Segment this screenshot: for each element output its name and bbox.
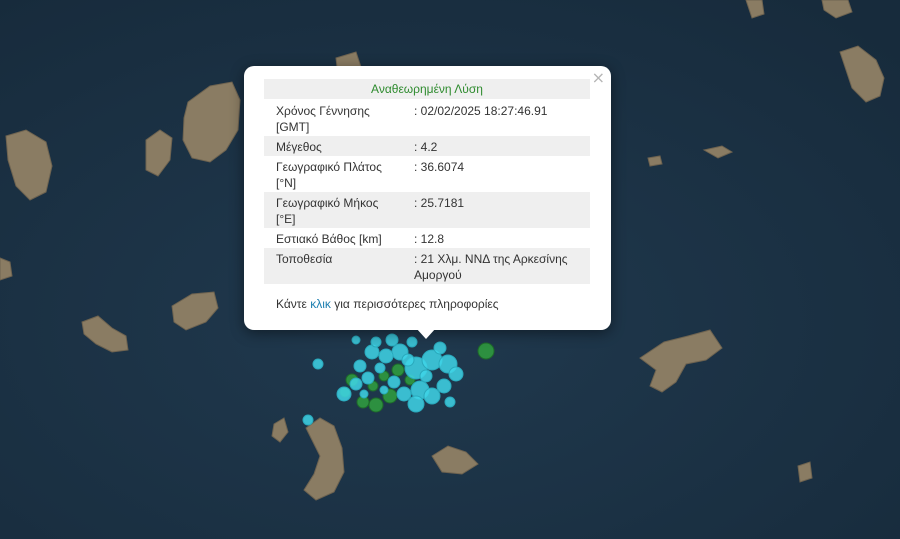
quake-marker[interactable]	[444, 396, 456, 408]
island-small-east	[797, 461, 813, 483]
quake-marker[interactable]	[407, 395, 425, 413]
quake-marker[interactable]	[387, 375, 401, 389]
close-icon[interactable]: ×	[592, 69, 605, 87]
location-value: : 21 Χλμ. ΝΝΔ της Αρκεσίνης Αμοργού	[404, 248, 590, 284]
quake-marker[interactable]	[302, 414, 314, 426]
table-row: Χρόνος Γέννησης [GMT] : 02/02/2025 18:27…	[264, 100, 590, 136]
quake-marker[interactable]	[385, 333, 399, 347]
quake-marker[interactable]	[370, 336, 382, 348]
latitude-label: Γεωγραφικό Πλάτος [°N]	[276, 160, 382, 190]
more-info-prefix: Κάντε	[276, 297, 307, 311]
quake-marker[interactable]	[378, 348, 394, 364]
quake-marker[interactable]	[349, 377, 363, 391]
depth-label: Εστιακό Βάθος [km]	[276, 232, 382, 246]
quake-marker[interactable]	[419, 369, 433, 383]
quake-marker[interactable]	[351, 335, 361, 345]
quake-marker[interactable]	[368, 397, 384, 413]
quake-marker[interactable]	[353, 359, 367, 373]
table-row: Μέγεθος : 4.2	[264, 136, 590, 156]
popup-title: Αναθεωρημένη Λύση	[264, 79, 590, 99]
longitude-label: Γεωγραφικό Μήκος [°E]	[264, 192, 404, 228]
earthquake-info-popup: × Αναθεωρημένη Λύση Χρόνος Γέννησης [GMT…	[244, 66, 611, 330]
table-row: Τοποθεσία : 21 Χλμ. ΝΝΔ της Αρκεσίνης Αμ…	[264, 248, 590, 284]
quake-marker[interactable]	[436, 378, 452, 394]
quake-marker[interactable]	[361, 371, 375, 385]
origin-time-label: Χρόνος Γέννησης [GMT]	[276, 104, 370, 134]
quake-marker[interactable]	[379, 385, 389, 395]
table-row: Γεωγραφικό Πλάτος [°N] : 36.6074	[264, 156, 590, 192]
more-info-suffix: για περισσότερες πληροφορίες	[334, 297, 499, 311]
quake-marker[interactable]	[401, 353, 415, 367]
quake-marker[interactable]	[312, 358, 324, 370]
quake-marker[interactable]	[423, 387, 441, 405]
quake-marker[interactable]	[448, 366, 464, 382]
longitude-value: : 25.7181	[404, 192, 590, 228]
magnitude-label: Μέγεθος	[264, 136, 404, 156]
earthquake-details-table: Χρόνος Γέννησης [GMT] : 02/02/2025 18:27…	[264, 100, 590, 284]
more-info-link[interactable]: κλικ	[310, 297, 331, 311]
quake-marker[interactable]	[336, 386, 352, 402]
quake-marker[interactable]	[374, 362, 386, 374]
quake-marker[interactable]	[433, 341, 447, 355]
quake-marker[interactable]	[396, 386, 412, 402]
origin-time-value: : 02/02/2025 18:27:46.91	[414, 104, 548, 118]
table-row: Γεωγραφικό Μήκος [°E] : 25.7181	[264, 192, 590, 228]
magnitude-value: : 4.2	[404, 136, 590, 156]
quake-marker[interactable]	[359, 389, 369, 399]
table-row: Εστιακό Βάθος [km] : 12.8	[264, 228, 590, 248]
island-islet	[647, 155, 663, 167]
latitude-value: : 36.6074	[414, 160, 465, 174]
depth-value: : 12.8	[414, 232, 445, 246]
more-info-line: Κάντε κλικ για περισσότερες πληροφορίες	[276, 297, 499, 311]
quake-marker[interactable]	[477, 342, 495, 360]
popup-pointer	[416, 328, 436, 339]
quake-marker[interactable]	[391, 363, 405, 377]
location-label: Τοποθεσία	[264, 248, 404, 284]
